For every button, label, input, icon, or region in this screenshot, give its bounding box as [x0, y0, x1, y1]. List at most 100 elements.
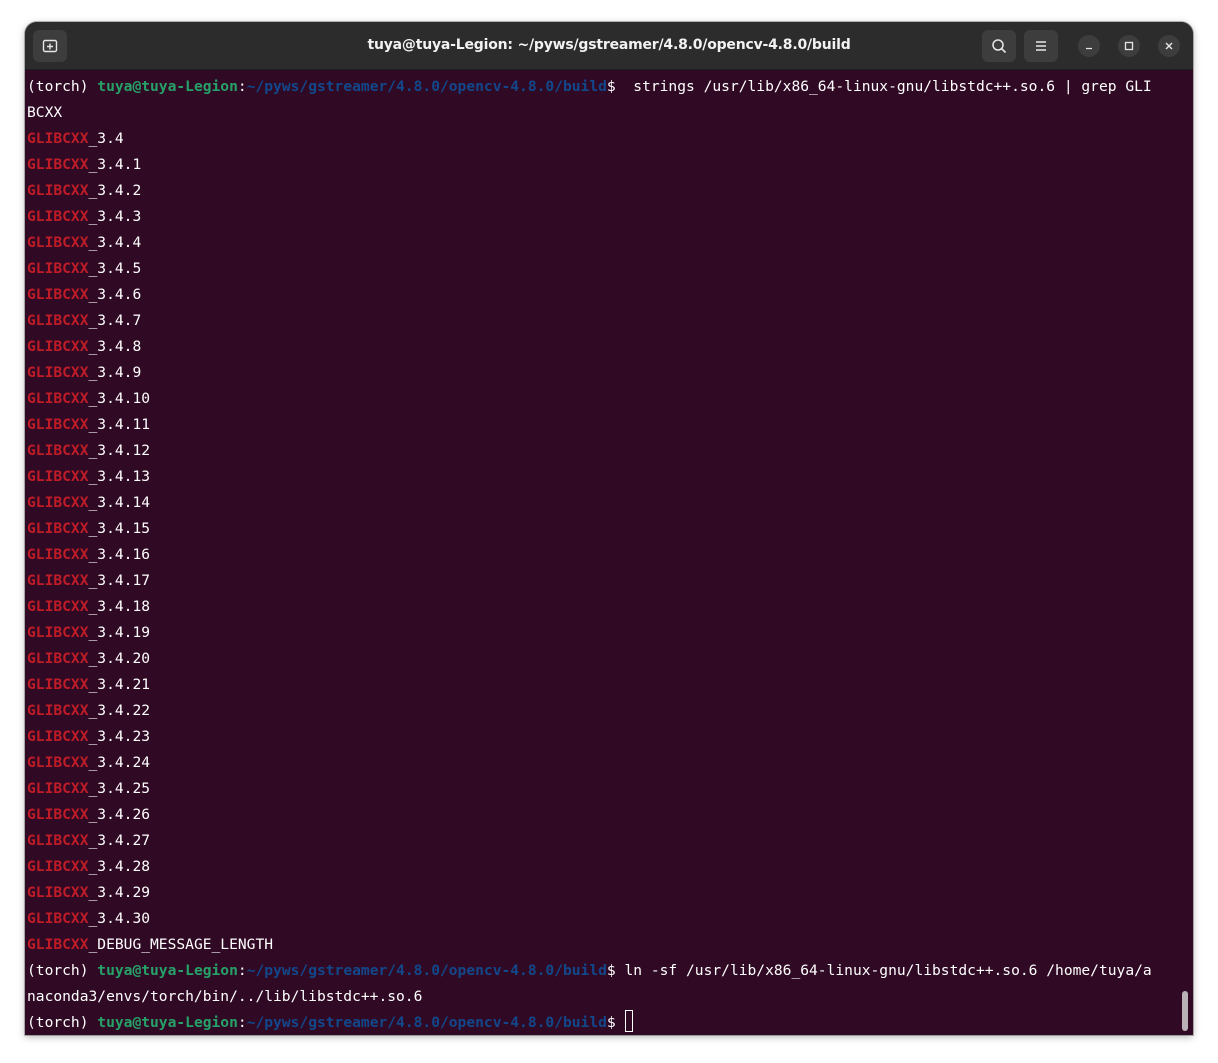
terminal-output[interactable]: (torch) tuya@tuya-Legion:~/pyws/gstreame…: [27, 74, 1183, 1034]
version-suffix: _3.4.3: [88, 208, 142, 225]
output-line: GLIBCXX_3.4.26: [27, 802, 150, 828]
minimize-button[interactable]: [1078, 35, 1100, 57]
search-icon: [992, 39, 1007, 54]
scrollbar-thumb[interactable]: [1182, 991, 1188, 1031]
window-title: tuya@tuya-Legion: ~/pyws/gstreamer/4.8.0…: [367, 37, 851, 53]
version-suffix: _3.4.20: [88, 650, 151, 667]
version-suffix: _3.4.28: [88, 858, 151, 875]
grep-match: GLIBCXX: [27, 390, 89, 407]
prompt-colon: :: [237, 962, 247, 979]
version-suffix: _3.4.11: [88, 416, 151, 433]
output-line: GLIBCXX_3.4.18: [27, 594, 150, 620]
prompt-path: ~/pyws/gstreamer/4.8.0/opencv-4.8.0/buil…: [246, 78, 607, 95]
output-line: GLIBCXX_3.4.21: [27, 672, 150, 698]
output-line: GLIBCXX_3.4.4: [27, 230, 141, 256]
output-line: GLIBCXX_3.4.14: [27, 490, 150, 516]
output-line: GLIBCXX_3.4.28: [27, 854, 150, 880]
output-line: GLIBCXX_3.4.24: [27, 750, 150, 776]
version-suffix: _3.4.5: [88, 260, 142, 277]
command-input[interactable]: [616, 1014, 625, 1031]
grep-match: GLIBCXX: [27, 364, 89, 381]
output-line: GLIBCXX_3.4.6: [27, 282, 141, 308]
version-suffix: _3.4.13: [88, 468, 151, 485]
grep-match: GLIBCXX: [27, 338, 89, 355]
grep-match: GLIBCXX: [27, 806, 89, 823]
version-suffix: _3.4.26: [88, 806, 151, 823]
output-line: GLIBCXX_DEBUG_MESSAGE_LENGTH: [27, 932, 273, 958]
version-suffix: _3.4.10: [88, 390, 151, 407]
grep-match: GLIBCXX: [27, 676, 89, 693]
title-bar[interactable]: tuya@tuya-Legion: ~/pyws/gstreamer/4.8.0…: [25, 22, 1193, 70]
command-wrap-line: BCXX: [27, 100, 62, 126]
output-line: GLIBCXX_3.4.11: [27, 412, 150, 438]
grep-match: GLIBCXX: [27, 754, 89, 771]
prompt-dollar: $: [606, 78, 616, 95]
output-line: GLIBCXX_3.4.13: [27, 464, 150, 490]
output-line: GLIBCXX_3.4.12: [27, 438, 150, 464]
grep-match: GLIBCXX: [27, 182, 89, 199]
version-suffix: _3.4.12: [88, 442, 151, 459]
output-line: GLIBCXX_3.4.29: [27, 880, 150, 906]
version-suffix: _3.4.30: [88, 910, 151, 927]
output-line: GLIBCXX_3.4.23: [27, 724, 150, 750]
version-suffix: _3.4.23: [88, 728, 151, 745]
version-suffix: _3.4.29: [88, 884, 151, 901]
output-line: GLIBCXX_3.4.5: [27, 256, 141, 282]
hamburger-menu-icon: [1036, 41, 1046, 51]
prompt-line: (torch) tuya@tuya-Legion:~/pyws/gstreame…: [27, 74, 1152, 100]
prompt-line: (torch) tuya@tuya-Legion:~/pyws/gstreame…: [27, 1010, 633, 1035]
maximize-button[interactable]: [1118, 35, 1140, 57]
grep-match: GLIBCXX: [27, 884, 89, 901]
grep-match: GLIBCXX: [27, 312, 89, 329]
version-suffix: _3.4.6: [88, 286, 142, 303]
grep-match: GLIBCXX: [27, 572, 89, 589]
version-suffix: _3.4.7: [88, 312, 142, 329]
grep-match: GLIBCXX: [27, 260, 89, 277]
prompt-path: ~/pyws/gstreamer/4.8.0/opencv-4.8.0/buil…: [246, 962, 607, 979]
grep-match: GLIBCXX: [27, 234, 89, 251]
prompt-dollar: $: [606, 1014, 616, 1031]
grep-match: GLIBCXX: [27, 442, 89, 459]
output-line: GLIBCXX_3.4.8: [27, 334, 141, 360]
grep-match: GLIBCXX: [27, 156, 89, 173]
search-button[interactable]: [982, 30, 1016, 62]
version-suffix: _3.4.17: [88, 572, 151, 589]
prompt-user-host: tuya@tuya-Legion: [97, 78, 238, 95]
output-line: GLIBCXX_3.4.22: [27, 698, 150, 724]
version-suffix: _3.4.8: [88, 338, 142, 355]
output-line: GLIBCXX_3.4.27: [27, 828, 150, 854]
version-suffix: _3.4.18: [88, 598, 151, 615]
grep-match: GLIBCXX: [27, 546, 89, 563]
grep-match: GLIBCXX: [27, 468, 89, 485]
close-button[interactable]: [1158, 35, 1180, 57]
output-line: GLIBCXX_3.4.25: [27, 776, 150, 802]
output-line: GLIBCXX_3.4.20: [27, 646, 150, 672]
grep-match: GLIBCXX: [27, 494, 89, 511]
grep-match: GLIBCXX: [27, 650, 89, 667]
version-suffix: _3.4.25: [88, 780, 151, 797]
menu-button[interactable]: [1024, 30, 1058, 62]
prompt-env: (torch): [27, 78, 98, 95]
version-suffix: _3.4.24: [88, 754, 151, 771]
grep-match: GLIBCXX: [27, 832, 89, 849]
output-line: GLIBCXX_3.4.15: [27, 516, 150, 542]
grep-match: GLIBCXX: [27, 286, 89, 303]
prompt-user-host: tuya@tuya-Legion: [97, 1014, 238, 1031]
output-line: GLIBCXX_3.4.7: [27, 308, 141, 334]
output-line: GLIBCXX_3.4.3: [27, 204, 141, 230]
prompt-user-host: tuya@tuya-Legion: [97, 962, 238, 979]
grep-match: GLIBCXX: [27, 728, 89, 745]
version-suffix: _3.4.4: [88, 234, 142, 251]
version-suffix: _3.4: [88, 130, 124, 147]
grep-match: GLIBCXX: [27, 624, 89, 641]
prompt-colon: :: [237, 1014, 247, 1031]
version-suffix: _3.4.27: [88, 832, 151, 849]
grep-match: GLIBCXX: [27, 208, 89, 225]
version-suffix: _3.4.2: [88, 182, 142, 199]
version-suffix: _3.4.1: [88, 156, 142, 173]
grep-match: GLIBCXX: [27, 936, 89, 953]
output-line: GLIBCXX_3.4: [27, 126, 124, 152]
text-cursor: [624, 1010, 633, 1032]
output-line: GLIBCXX_3.4.17: [27, 568, 150, 594]
version-suffix: _3.4.15: [88, 520, 151, 537]
